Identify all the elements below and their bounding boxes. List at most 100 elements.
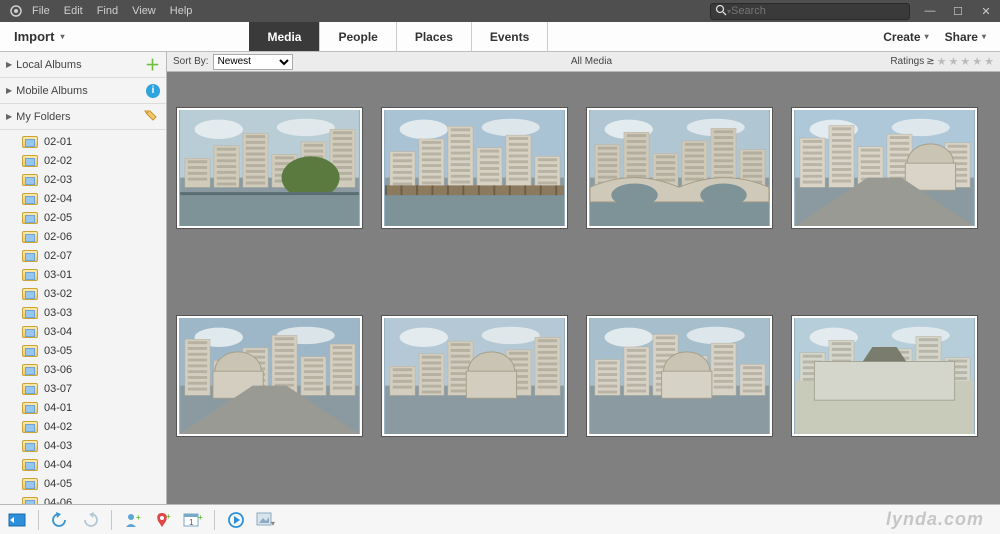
folder-item[interactable]: 03-05 — [0, 341, 166, 360]
folder-item[interactable]: 02-04 — [0, 189, 166, 208]
menu-edit[interactable]: Edit — [64, 5, 83, 17]
folder-label: 04-06 — [44, 497, 72, 505]
tab-places[interactable]: Places — [397, 22, 472, 51]
thumbnail[interactable] — [177, 108, 362, 228]
menu-view[interactable]: View — [132, 5, 156, 17]
folder-label: 03-04 — [44, 326, 72, 338]
folder-label: 03-07 — [44, 383, 72, 395]
folder-item[interactable]: 02-06 — [0, 227, 166, 246]
folder-item[interactable]: 04-05 — [0, 474, 166, 493]
folder-icon — [22, 307, 38, 319]
add-event-icon[interactable]: 1+ — [182, 509, 204, 531]
svg-text:+: + — [136, 513, 141, 522]
app-logo-icon — [6, 1, 26, 21]
svg-text:+: + — [198, 513, 203, 522]
sidebar: ▶Local Albums ＋ ▶Mobile Albums i ▶ My Fol… — [0, 52, 167, 504]
thumbnail[interactable] — [587, 108, 772, 228]
share-button[interactable]: Share ▾ — [945, 30, 986, 44]
thumbnail[interactable] — [792, 108, 977, 228]
star-icon[interactable]: ★ — [949, 55, 959, 68]
ratings-label: Ratings — [890, 56, 924, 67]
folder-item[interactable]: 04-04 — [0, 455, 166, 474]
folder-label: 02-06 — [44, 231, 72, 243]
folder-icon — [22, 326, 38, 338]
redo-icon[interactable] — [79, 509, 101, 531]
watermark-text: lynda.com — [886, 509, 994, 530]
folder-icon — [22, 155, 38, 167]
folder-label: 02-05 — [44, 212, 72, 224]
folder-item[interactable]: 02-01 — [0, 132, 166, 151]
folder-label: 04-02 — [44, 421, 72, 433]
add-place-icon[interactable]: + — [152, 509, 174, 531]
svg-text:1: 1 — [189, 518, 194, 527]
import-button[interactable]: Import ▾ — [0, 22, 78, 51]
folder-label: 02-04 — [44, 193, 72, 205]
folder-item[interactable]: 02-05 — [0, 208, 166, 227]
thumbnail[interactable] — [792, 316, 977, 436]
panel-toggle-icon[interactable] — [6, 509, 28, 531]
thumbnail-grid-scroll[interactable] — [167, 72, 1000, 504]
tab-people[interactable]: People — [320, 22, 396, 51]
folder-item[interactable]: 02-03 — [0, 170, 166, 189]
window-maximize-button[interactable]: ☐ — [944, 1, 972, 21]
folder-item[interactable]: 02-07 — [0, 246, 166, 265]
star-icon[interactable]: ★ — [937, 55, 947, 68]
disclosure-triangle-icon: ▶ — [6, 86, 12, 95]
star-icon[interactable]: ★ — [984, 55, 994, 68]
search-input[interactable] — [731, 5, 891, 17]
folder-item[interactable]: 03-03 — [0, 303, 166, 322]
folder-item[interactable]: 03-04 — [0, 322, 166, 341]
sidebar-section-local-albums[interactable]: ▶Local Albums ＋ — [0, 52, 166, 78]
folder-item[interactable]: 03-07 — [0, 379, 166, 398]
folder-icon — [22, 402, 38, 414]
chevron-down-icon: ▾ — [982, 32, 986, 41]
tags-icon[interactable] — [144, 108, 160, 126]
thumbnail[interactable] — [382, 316, 567, 436]
sidebar-section-mobile-albums[interactable]: ▶Mobile Albums i — [0, 78, 166, 104]
media-view: Sort By: Newest All Media Ratings ≳ ★ ★ … — [167, 52, 1000, 504]
thumbnail[interactable] — [382, 108, 567, 228]
sidebar-section-my-folders[interactable]: ▶ My Folders — [0, 104, 166, 130]
create-button[interactable]: Create ▾ — [883, 30, 928, 44]
folder-icon — [22, 383, 38, 395]
window-close-button[interactable]: ✕ — [972, 1, 1000, 21]
folder-item[interactable]: 03-06 — [0, 360, 166, 379]
undo-icon[interactable] — [49, 509, 71, 531]
window-minimize-button[interactable]: — — [916, 1, 944, 21]
sidebar-section-label: My Folders — [16, 111, 70, 123]
plus-icon[interactable]: ＋ — [145, 54, 160, 75]
info-icon[interactable]: i — [146, 84, 160, 98]
thumbnail[interactable] — [587, 316, 772, 436]
menu-file[interactable]: File — [32, 5, 50, 17]
add-person-icon[interactable]: + — [122, 509, 144, 531]
ratings-filter[interactable]: Ratings ≳ ★ ★ ★ ★ ★ — [890, 55, 994, 68]
menu-find[interactable]: Find — [97, 5, 118, 17]
folder-label: 03-06 — [44, 364, 72, 376]
tab-media[interactable]: Media — [249, 22, 320, 51]
sortby-select[interactable]: Newest — [213, 54, 293, 70]
star-icon[interactable]: ★ — [960, 55, 970, 68]
folder-icon — [22, 497, 38, 505]
folder-label: 02-02 — [44, 155, 72, 167]
folder-icon — [22, 193, 38, 205]
folder-item[interactable]: 04-02 — [0, 417, 166, 436]
bottom-bar: + + 1+ ▾ lynda.com — [0, 504, 1000, 534]
search-box[interactable]: ▾ — [710, 3, 910, 20]
photo-options-icon[interactable]: ▾ — [255, 509, 277, 531]
slideshow-icon[interactable] — [225, 509, 247, 531]
folder-item[interactable]: 04-06 — [0, 493, 166, 504]
folder-item[interactable]: 04-01 — [0, 398, 166, 417]
thumbnail[interactable] — [177, 316, 362, 436]
menu-help[interactable]: Help — [170, 5, 193, 17]
folder-item[interactable]: 04-03 — [0, 436, 166, 455]
folder-label: 04-01 — [44, 402, 72, 414]
folder-item[interactable]: 03-01 — [0, 265, 166, 284]
disclosure-triangle-icon: ▶ — [6, 112, 12, 121]
tab-events[interactable]: Events — [472, 22, 548, 51]
thumbnail-grid — [177, 108, 990, 436]
folder-icon — [22, 174, 38, 186]
folder-item[interactable]: 03-02 — [0, 284, 166, 303]
folder-label: 02-01 — [44, 136, 72, 148]
star-icon[interactable]: ★ — [972, 55, 982, 68]
folder-item[interactable]: 02-02 — [0, 151, 166, 170]
